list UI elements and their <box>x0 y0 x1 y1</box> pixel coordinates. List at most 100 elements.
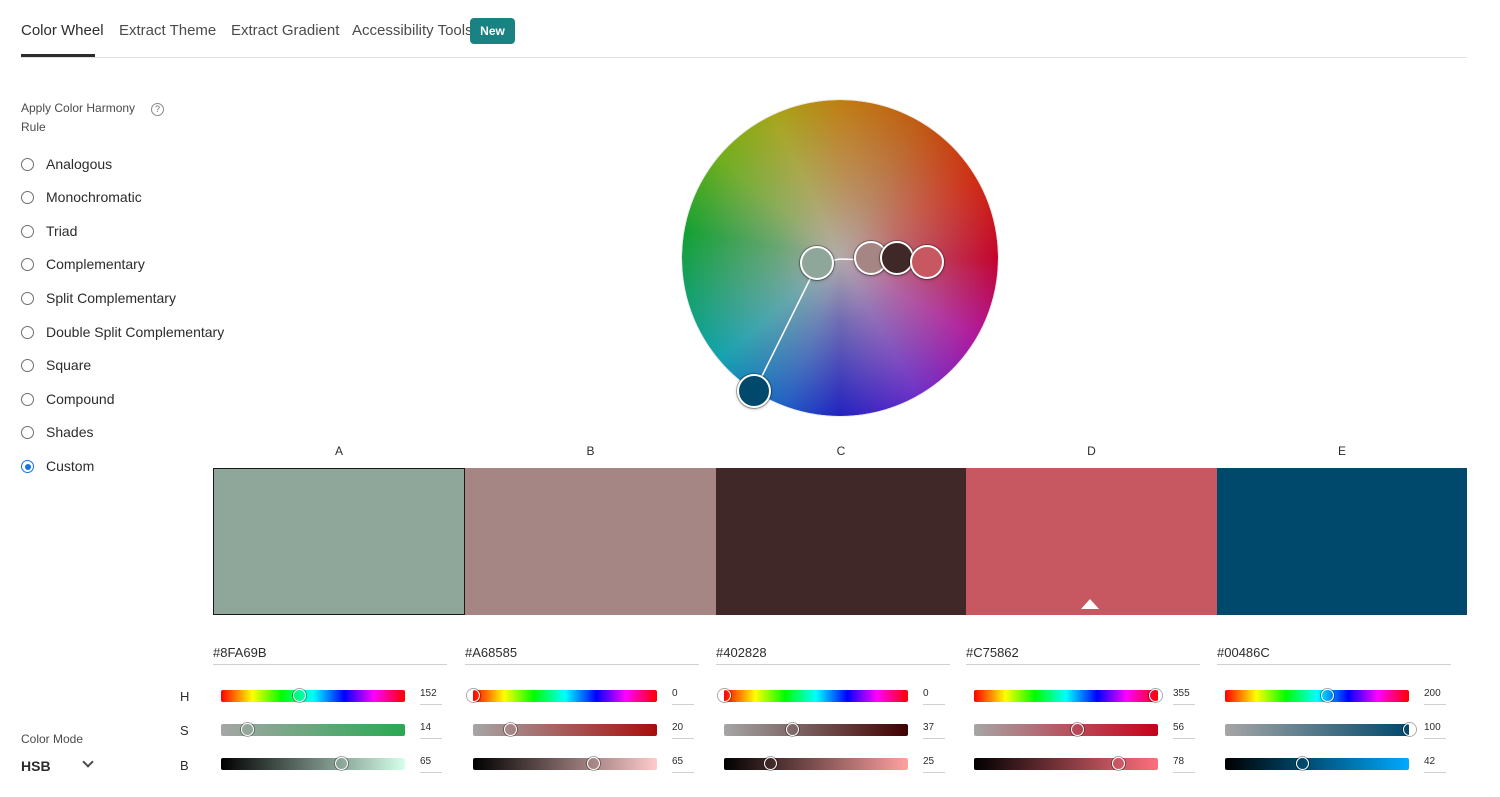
slider-thumb[interactable] <box>1296 757 1310 770</box>
harmony-rule-complementary[interactable]: Complementary <box>21 256 231 277</box>
harmony-rule-monochromatic[interactable]: Monochromatic <box>21 189 231 210</box>
radio-button[interactable] <box>21 359 34 372</box>
harmony-rule-custom[interactable]: Custom <box>21 458 231 479</box>
radio-button[interactable] <box>21 225 34 238</box>
b-value-d[interactable]: 78 <box>1173 756 1195 773</box>
b-slider-d[interactable] <box>974 757 1158 770</box>
h-slider-a[interactable] <box>221 689 405 702</box>
s-slider-e[interactable] <box>1225 723 1416 736</box>
radio-button[interactable] <box>21 258 34 271</box>
harmony-rule-analogous[interactable]: Analogous <box>21 156 231 177</box>
tab-color-wheel[interactable]: Color Wheel <box>21 22 104 39</box>
b-slider-c[interactable] <box>724 757 908 770</box>
slider-thumb[interactable] <box>503 723 517 736</box>
harmony-rule-label: Triad <box>46 223 78 239</box>
color-mode-value: HSB <box>21 758 51 774</box>
new-badge: New <box>470 18 515 44</box>
harmony-rule-triad[interactable]: Triad <box>21 223 231 244</box>
harmony-rule-label: Split Complementary <box>46 290 176 306</box>
color-mode-select[interactable]: HSB <box>21 756 101 778</box>
s-slider-c[interactable] <box>724 723 908 736</box>
h-value-b[interactable]: 0 <box>672 688 694 705</box>
h-value-a[interactable]: 152 <box>420 688 442 705</box>
b-value-a[interactable]: 65 <box>420 756 442 773</box>
s-value-b[interactable]: 20 <box>672 722 694 739</box>
radio-button[interactable] <box>21 191 34 204</box>
color-swatch-d[interactable] <box>966 468 1217 615</box>
harmony-rule-shades[interactable]: Shades <box>21 424 231 445</box>
radio-button[interactable] <box>21 158 34 171</box>
wheel-handle-e[interactable] <box>737 374 771 408</box>
h-slider-b[interactable] <box>467 689 657 702</box>
hex-input-e[interactable] <box>1217 640 1451 665</box>
swatch-letter: C <box>836 444 846 458</box>
h-value-c[interactable]: 0 <box>923 688 945 705</box>
s-value-c[interactable]: 37 <box>923 722 945 739</box>
slider-thumb[interactable] <box>786 723 800 736</box>
h-slider-e[interactable] <box>1225 689 1409 702</box>
color-swatch-b[interactable] <box>465 468 716 615</box>
wheel-handle-c[interactable] <box>880 241 914 275</box>
slider-thumb[interactable] <box>764 757 777 770</box>
b-slider-a[interactable] <box>221 757 405 770</box>
harmony-rule-label: Compound <box>46 391 115 407</box>
slider-thumb[interactable] <box>1149 689 1163 702</box>
color-swatch-c[interactable] <box>716 468 966 615</box>
slider-thumb[interactable] <box>240 723 254 736</box>
radio-button[interactable] <box>21 326 34 339</box>
wheel-handle-a[interactable] <box>800 246 834 280</box>
slider-thumb[interactable] <box>1403 723 1416 736</box>
harmony-rule-label: Complementary <box>46 256 145 272</box>
harmony-rule-split-complementary[interactable]: Split Complementary <box>21 290 231 311</box>
color-swatch-e[interactable] <box>1217 468 1467 615</box>
h-slider-d[interactable] <box>974 689 1163 702</box>
harmony-rule-label: Shades <box>46 424 94 440</box>
hex-input-a[interactable] <box>213 640 447 665</box>
hex-input-d[interactable] <box>966 640 1200 665</box>
wheel-handle-d-base[interactable] <box>910 245 944 279</box>
hex-input-b[interactable] <box>465 640 699 665</box>
radio-button[interactable] <box>21 460 34 473</box>
help-icon[interactable]: ? <box>151 103 164 116</box>
s-value-a[interactable]: 14 <box>420 722 442 739</box>
slider-thumb[interactable] <box>292 689 306 702</box>
s-value-d[interactable]: 56 <box>1173 722 1195 739</box>
s-slider-b[interactable] <box>473 723 657 736</box>
b-value-b[interactable]: 65 <box>672 756 694 773</box>
slider-thumb[interactable] <box>1111 757 1125 770</box>
h-value-e[interactable]: 200 <box>1424 688 1446 705</box>
b-slider-e[interactable] <box>1225 757 1409 770</box>
s-value-e[interactable]: 100 <box>1424 722 1446 739</box>
active-tab-indicator <box>21 54 95 57</box>
harmony-rule-square[interactable]: Square <box>21 357 231 378</box>
b-slider-b[interactable] <box>473 757 657 770</box>
h-value-d[interactable]: 355 <box>1173 688 1195 705</box>
slider-thumb[interactable] <box>334 757 348 770</box>
slider-thumb[interactable] <box>1321 689 1335 702</box>
slider-thumb[interactable] <box>718 689 731 702</box>
slider-thumb[interactable] <box>1071 723 1085 736</box>
h-slider-c[interactable] <box>718 689 908 702</box>
hex-input-c[interactable] <box>716 640 950 665</box>
b-value-c[interactable]: 25 <box>923 756 945 773</box>
axis-label-b: B <box>180 758 189 773</box>
slider-thumb[interactable] <box>467 689 480 702</box>
s-slider-a[interactable] <box>221 723 405 736</box>
radio-button[interactable] <box>21 393 34 406</box>
harmony-rule-label: Monochromatic <box>46 189 142 205</box>
color-wheel[interactable] <box>682 100 998 416</box>
color-swatch-a[interactable] <box>213 468 465 615</box>
tab-accessibility-tools[interactable]: Accessibility Tools <box>352 22 473 39</box>
radio-button[interactable] <box>21 292 34 305</box>
harmony-rule-compound[interactable]: Compound <box>21 391 231 412</box>
swatch-letter: A <box>334 444 343 458</box>
color-mode-label: Color Mode <box>21 732 84 746</box>
radio-button[interactable] <box>21 426 34 439</box>
harmony-rule-double-split-complementary[interactable]: Double Split Complementary <box>21 324 231 345</box>
slider-thumb[interactable] <box>586 757 600 770</box>
s-slider-d[interactable] <box>974 723 1158 736</box>
tab-extract-theme[interactable]: Extract Theme <box>119 22 216 39</box>
harmony-rule-heading: Apply Color Harmony Rule <box>21 101 136 134</box>
tab-extract-gradient[interactable]: Extract Gradient <box>231 22 339 39</box>
b-value-e[interactable]: 42 <box>1424 756 1446 773</box>
